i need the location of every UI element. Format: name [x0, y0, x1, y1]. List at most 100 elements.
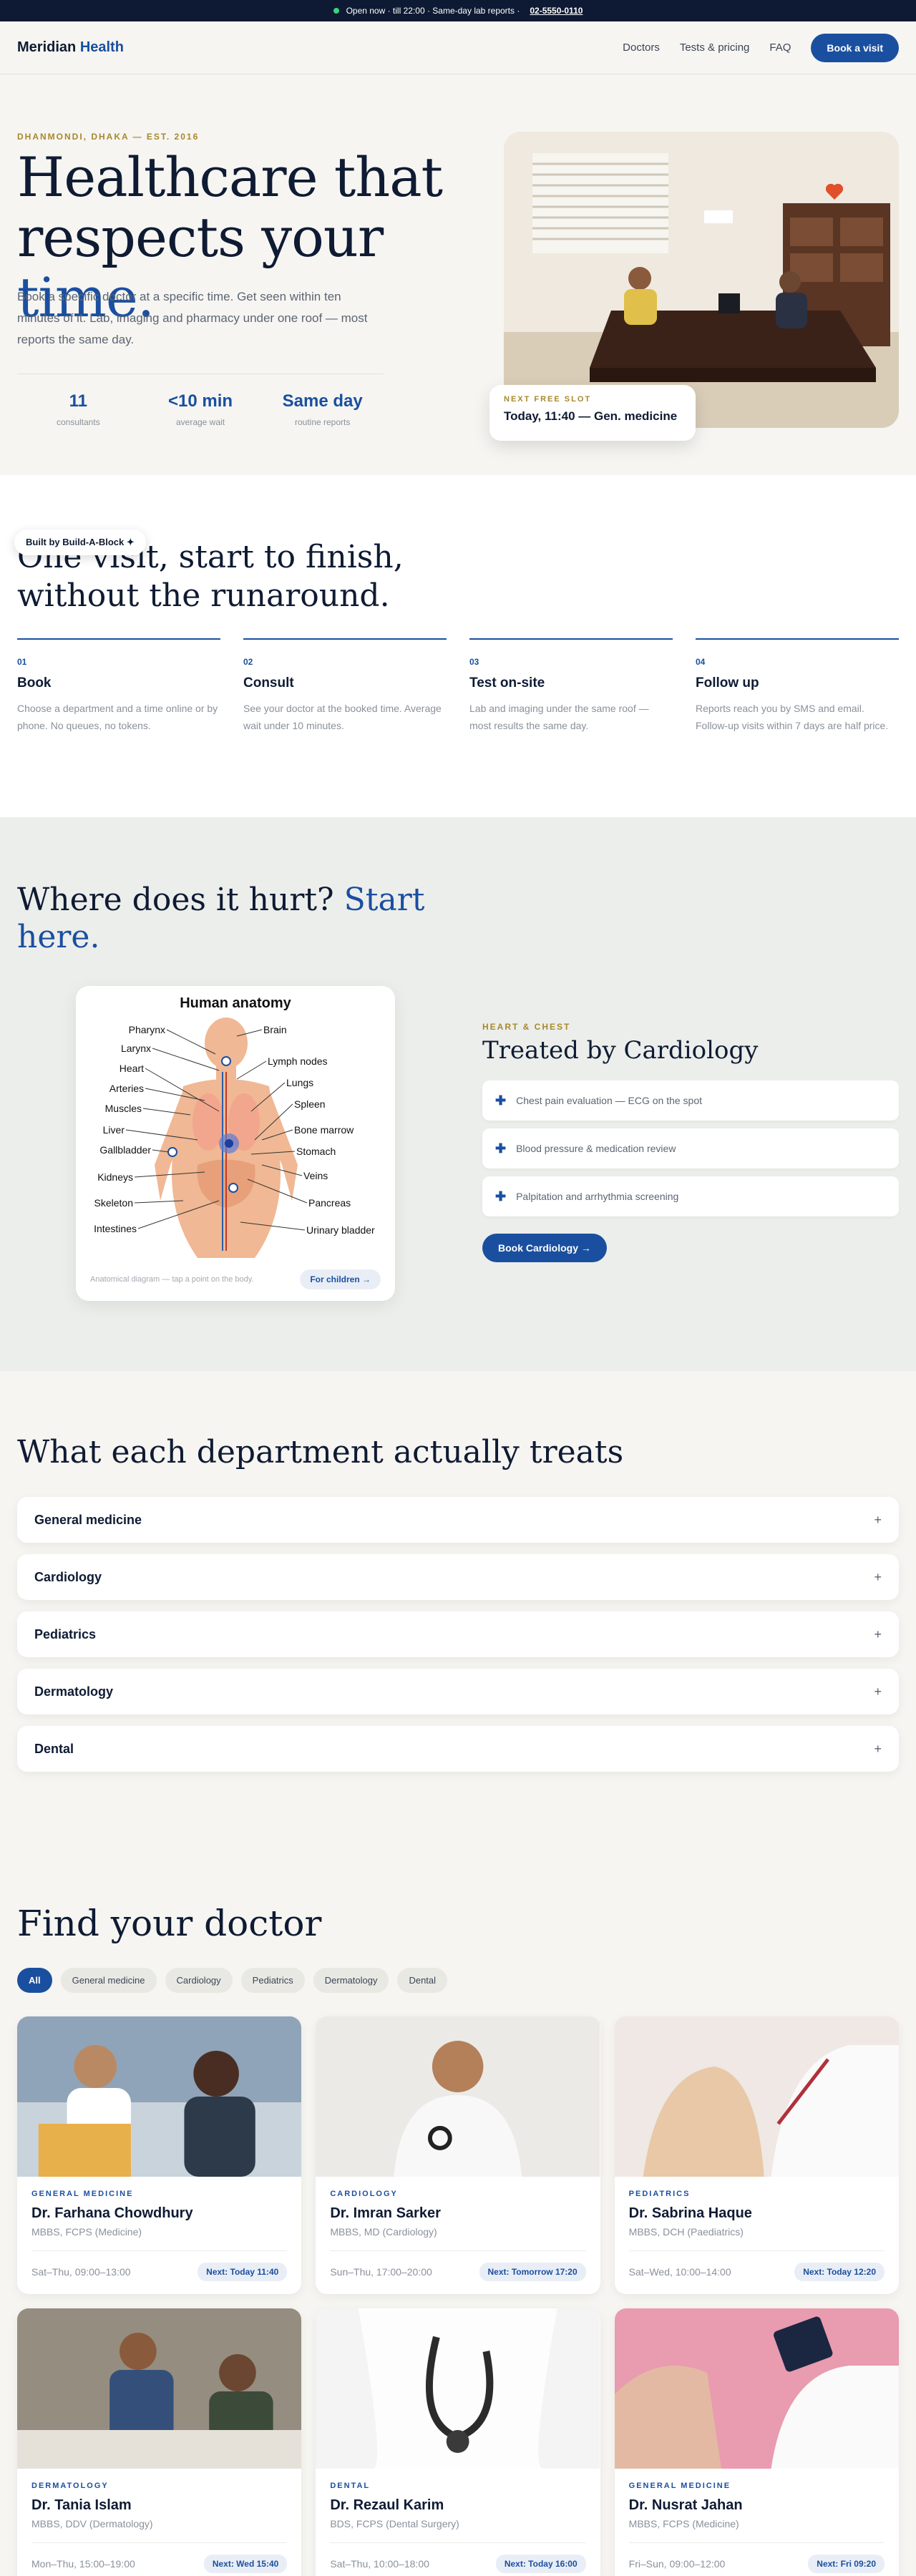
filter-all[interactable]: All	[17, 1968, 52, 1993]
slot-eyebrow: NEXT FREE SLOT	[504, 395, 592, 404]
label-gallbladder: Gallbladder	[99, 1144, 151, 1156]
doctor-card[interactable]: Dental Dr. Rezaul Karim BDS, FCPS (Denta…	[316, 2308, 600, 2576]
doctors-title: Find your doctor	[17, 1903, 322, 1944]
for-children-button[interactable]: For children →	[300, 1269, 381, 1289]
doctor-grid: General medicine Dr. Farhana Chowdhury M…	[17, 2016, 899, 2576]
doctor-specialty: General medicine	[628, 2482, 731, 2490]
slot-text: Today, 11:40 — Gen. medicine	[504, 409, 678, 423]
filter-pediatrics[interactable]: Pediatrics	[240, 1968, 305, 1993]
doctor-card[interactable]: General medicine Dr. Farhana Chowdhury M…	[17, 2016, 302, 2294]
dept-dental[interactable]: Dental +	[17, 1726, 899, 1772]
stat-average-wait: <10 min average wait	[167, 391, 233, 427]
label-pancreas: Pancreas	[308, 1197, 351, 1209]
expand-icon: +	[874, 1626, 882, 1641]
doctor-degrees: MBBS, DCH (Paediatrics)	[628, 2226, 744, 2238]
label-pharynx: Pharynx	[129, 1024, 165, 1035]
next-slot-badge[interactable]: Next: Tomorrow 17:20	[479, 2263, 586, 2281]
label-liver: Liver	[103, 1124, 125, 1136]
doctor-specialty: General medicine	[31, 2190, 134, 2198]
doctor-card[interactable]: Pediatrics Dr. Sabrina Haque MBBS, DCH (…	[614, 2016, 899, 2294]
phone-link[interactable]: 02-5550-0110	[530, 6, 583, 16]
dept-pediatrics[interactable]: Pediatrics +	[17, 1611, 899, 1657]
label-bone-marrow: Bone marrow	[294, 1124, 354, 1136]
main-nav: Doctors Tests & pricing FAQ Book a visit	[623, 33, 899, 62]
doctor-card[interactable]: Cardiology Dr. Imran Sarker MBBS, MD (Ca…	[316, 2016, 600, 2294]
label-spleen: Spleen	[294, 1098, 326, 1110]
plus-icon: ✚	[495, 1093, 507, 1108]
nav-tests-pricing[interactable]: Tests & pricing	[680, 42, 750, 54]
cardio-item: ✚ Blood pressure & medication review	[482, 1128, 899, 1169]
cardio-eyebrow: HEART & CHEST	[482, 1022, 571, 1032]
built-by-badge[interactable]: Built by Build-A-Block ✦	[14, 530, 146, 555]
doctor-hours: Sat–Thu, 10:00–18:00	[330, 2558, 429, 2570]
doctor-name: Dr. Tania Islam	[31, 2497, 132, 2513]
doctor-degrees: MBBS, DDV (Dermatology)	[31, 2518, 153, 2529]
doctor-hours: Sat–Thu, 09:00–13:00	[31, 2266, 131, 2278]
label-intestines: Intestines	[94, 1223, 137, 1234]
doctor-name: Dr. Imran Sarker	[330, 2205, 441, 2221]
next-slot-badge[interactable]: Next: Today 11:40	[198, 2263, 288, 2281]
nav-faq[interactable]: FAQ	[769, 42, 791, 54]
label-muscles: Muscles	[105, 1103, 142, 1114]
filter-dental[interactable]: Dental	[397, 1968, 448, 1993]
stat-consultants: 11 consultants	[56, 391, 100, 427]
anatomy-diagram[interactable]: Human anatomy Pharynx Larynx Heart Arter…	[76, 986, 395, 1272]
departments-accordion: General medicine + Cardiology + Pediatrics…	[17, 1497, 899, 1783]
clinic-office-photo	[504, 132, 899, 428]
expand-icon: +	[874, 1741, 882, 1756]
plus-icon: ✚	[495, 1189, 507, 1204]
cardio-item: ✚ Palpitation and arrhythmia screening	[482, 1176, 899, 1216]
next-slot-badge[interactable]: Next: Today 16:00	[495, 2555, 586, 2573]
next-free-slot-card[interactable]: NEXT FREE SLOT Today, 11:40 — Gen. medic…	[489, 385, 696, 441]
dept-cardiology[interactable]: Cardiology +	[17, 1554, 899, 1600]
process-steps: 01 Book Choose a department and a time onl…	[17, 638, 899, 734]
filter-cardiology[interactable]: Cardiology	[165, 1968, 233, 1993]
anatomy-footer: Anatomical diagram — tap a point on the …	[90, 1269, 381, 1289]
site-header: Meridian Health Doctors Tests & pricing …	[0, 21, 916, 74]
anatomy-title: Human anatomy	[180, 995, 291, 1011]
doctor-hours: Sun–Thu, 17:00–20:00	[330, 2266, 432, 2278]
doctor-photo	[17, 2308, 302, 2469]
expand-icon: +	[874, 1512, 882, 1527]
doctor-name: Dr. Rezaul Karim	[330, 2497, 444, 2513]
anatomy-card: Human anatomy Pharynx Larynx Heart Arter…	[76, 986, 395, 1301]
doctor-photo	[614, 2308, 899, 2469]
next-slot-badge[interactable]: Next: Wed 15:40	[203, 2555, 288, 2573]
logo[interactable]: Meridian Health	[17, 39, 124, 56]
doctor-filters: All General medicine Cardiology Pediatri…	[17, 1968, 448, 1993]
body-map-title: Where does it hurt? Start here.	[17, 882, 425, 955]
expand-icon: +	[874, 1684, 882, 1699]
stat-reports: Same day routine reports	[282, 391, 363, 427]
doctor-hours: Sat–Wed, 10:00–14:00	[628, 2266, 731, 2278]
hero-eyebrow: Dhanmondi, Dhaka — Est. 2016	[17, 132, 200, 142]
label-lungs: Lungs	[286, 1077, 313, 1088]
label-lymph-nodes: Lymph nodes	[268, 1055, 328, 1067]
book-cardiology-button[interactable]: Book Cardiology →	[482, 1234, 607, 1262]
announcement-bar: Open now · till 22:00 · Same-day lab rep…	[0, 0, 916, 21]
next-slot-badge[interactable]: Next: Today 12:20	[794, 2263, 885, 2281]
hero-stats: 11 consultants <10 min average wait Same d…	[17, 374, 384, 427]
cardio-list: ✚ Chest pain evaluation — ECG on the spot…	[482, 1080, 899, 1224]
doctor-name: Dr. Sabrina Haque	[628, 2205, 752, 2221]
next-slot-badge[interactable]: Next: Fri 09:20	[808, 2555, 885, 2573]
expand-icon: +	[874, 1569, 882, 1584]
doctor-photo	[316, 2016, 600, 2177]
filter-dermatology[interactable]: Dermatology	[313, 1968, 389, 1993]
doctor-specialty: Pediatrics	[628, 2190, 691, 2198]
nav-doctors[interactable]: Doctors	[623, 42, 660, 54]
hero-description: Book a specific doctor at a specific tim…	[17, 290, 368, 346]
doctor-photo	[614, 2016, 899, 2177]
cardio-item: ✚ Chest pain evaluation — ECG on the spot	[482, 1080, 899, 1121]
dept-general-medicine[interactable]: General medicine +	[17, 1497, 899, 1543]
label-skeleton: Skeleton	[94, 1197, 133, 1209]
dept-dermatology[interactable]: Dermatology +	[17, 1669, 899, 1714]
label-larynx: Larynx	[121, 1043, 151, 1054]
cardio-title: Treated by Cardiology	[482, 1036, 759, 1065]
filter-general-medicine[interactable]: General medicine	[60, 1968, 157, 1993]
book-visit-button[interactable]: Book a visit	[811, 33, 899, 62]
doctor-name: Dr. Farhana Chowdhury	[31, 2205, 193, 2221]
doctor-card[interactable]: General medicine Dr. Nusrat Jahan MBBS, …	[614, 2308, 899, 2576]
label-brain: Brain	[263, 1024, 287, 1035]
doctor-specialty: Dermatology	[31, 2482, 109, 2490]
doctor-card[interactable]: Dermatology Dr. Tania Islam MBBS, DDV (D…	[17, 2308, 302, 2576]
